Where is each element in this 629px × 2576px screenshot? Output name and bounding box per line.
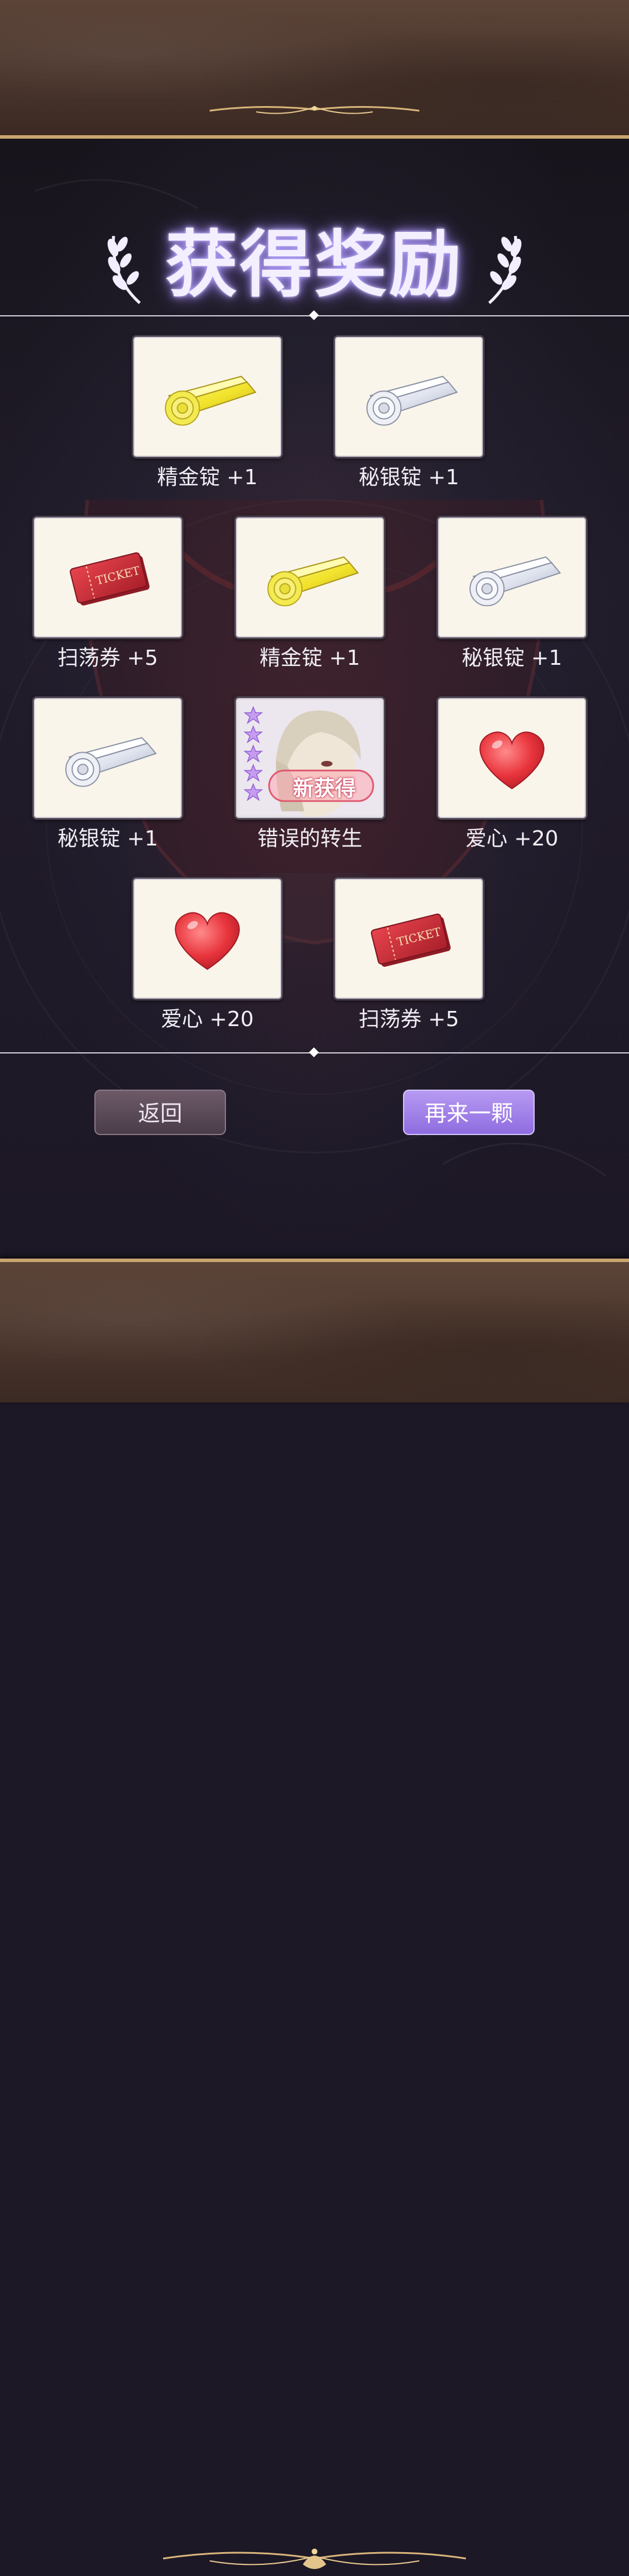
bottom-divider bbox=[0, 1047, 629, 1059]
sweep-ticket-icon: TICKET bbox=[69, 552, 150, 606]
back-button[interactable]: 返回 bbox=[94, 1090, 226, 1135]
reward-label: 秘银锭 +1 bbox=[57, 827, 158, 851]
page-title: 获得奖励 bbox=[165, 223, 464, 307]
reward-label: 精金锭 +1 bbox=[157, 466, 258, 489]
top-frame bbox=[0, 0, 629, 139]
reward-label: 精金锭 +1 bbox=[259, 646, 361, 670]
bottom-frame bbox=[0, 1259, 629, 2569]
reward-card-mithril-ingot[interactable] bbox=[32, 696, 183, 820]
reward-card-sweep-ticket[interactable]: TICKET bbox=[32, 516, 183, 639]
reward-card-sweep-ticket[interactable]: TICKET bbox=[333, 877, 485, 1000]
reward-label: 秘银锭 +1 bbox=[461, 646, 563, 670]
reward-card-heart[interactable] bbox=[132, 877, 283, 1000]
bottom-flourish-ornament bbox=[162, 2549, 467, 2569]
reward-label: 秘银锭 +1 bbox=[358, 466, 460, 489]
laurel-right-icon bbox=[488, 235, 522, 304]
reward-label: 扫荡券 +5 bbox=[358, 1007, 460, 1031]
heart-icon bbox=[175, 912, 240, 970]
gold-ingot-icon bbox=[165, 375, 257, 426]
sweep-ticket-icon: TICKET bbox=[370, 913, 451, 967]
gold-ingot-icon bbox=[267, 556, 359, 607]
reward-label: 扫荡券 +5 bbox=[57, 646, 158, 670]
mithril-ingot-icon bbox=[469, 556, 561, 607]
draw-again-button[interactable]: 再来一颗 bbox=[403, 1090, 535, 1135]
mithril-ingot-icon bbox=[65, 736, 157, 787]
reward-label: 爱心 +20 bbox=[161, 1007, 254, 1031]
heart-icon bbox=[479, 731, 545, 790]
mithril-ingot-icon bbox=[366, 375, 458, 426]
title-block: 获得奖励 bbox=[0, 224, 629, 306]
top-divider bbox=[0, 310, 629, 322]
reward-label: 错误的转生 bbox=[257, 827, 362, 851]
reward-card-mithril-ingot[interactable] bbox=[333, 335, 485, 459]
reward-card-mithril-ingot[interactable] bbox=[436, 516, 588, 639]
reward-card-heart[interactable] bbox=[436, 696, 588, 820]
reward-card-gold-ingot[interactable] bbox=[234, 516, 386, 639]
reward-card-gold-ingot[interactable] bbox=[132, 335, 283, 459]
reward-label: 爱心 +20 bbox=[465, 827, 559, 851]
reward-card-character[interactable]: 新获得 bbox=[234, 696, 386, 820]
new-badge: 新获得 bbox=[292, 776, 356, 801]
top-flourish-ornament bbox=[209, 105, 420, 114]
